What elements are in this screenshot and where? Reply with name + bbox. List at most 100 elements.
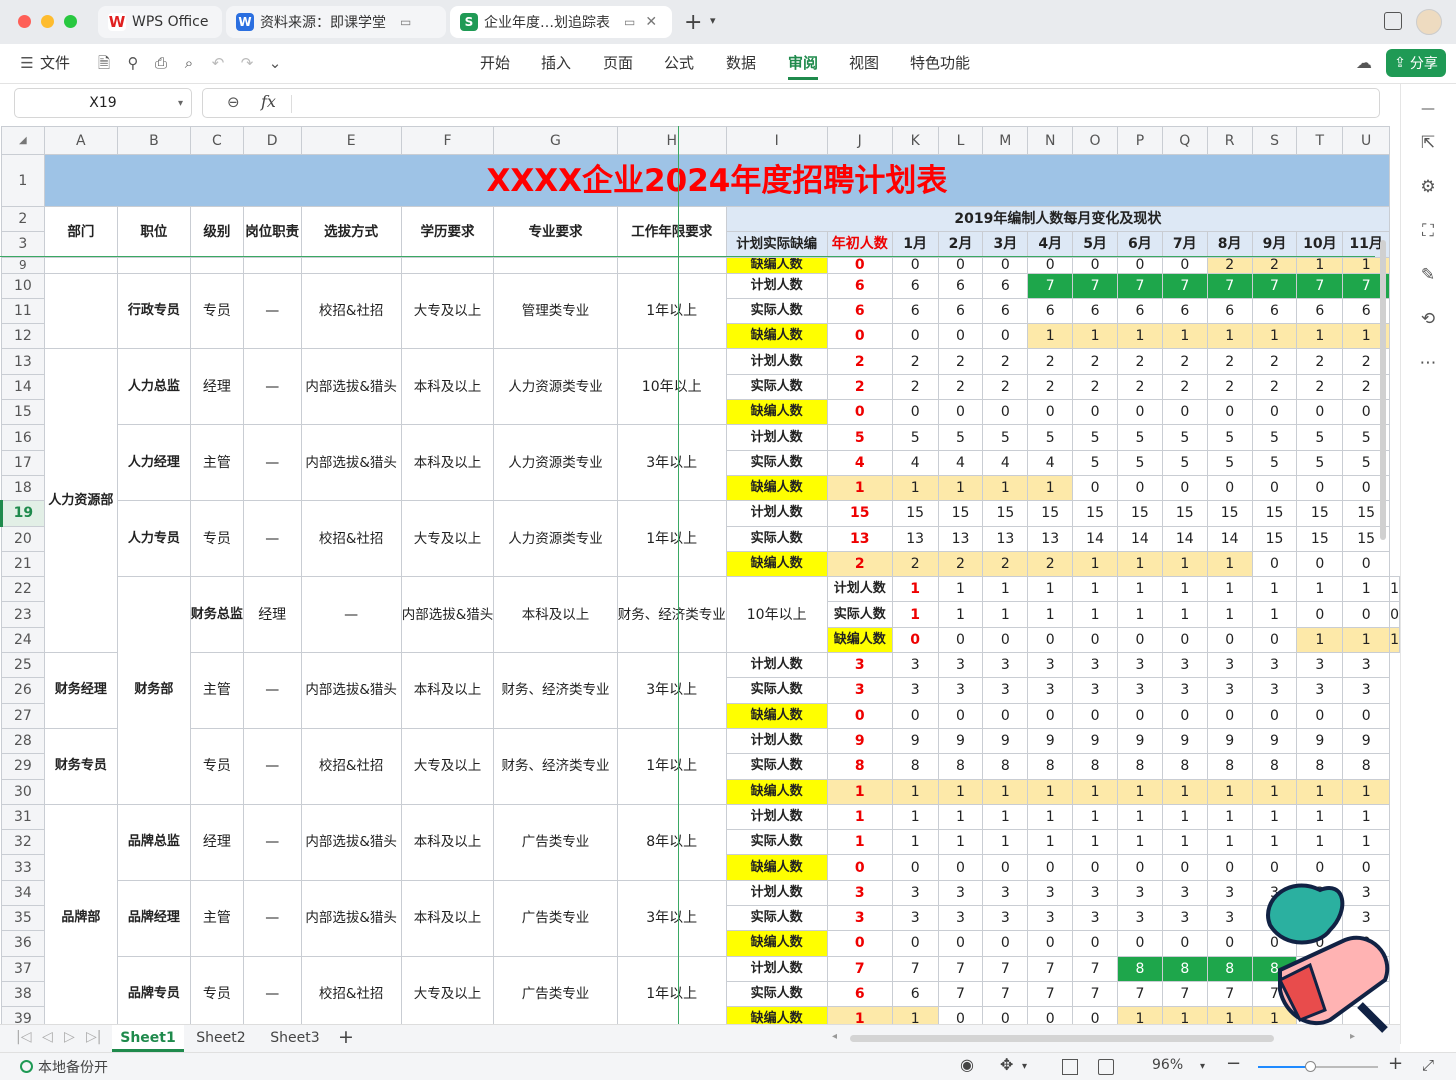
month-value-cell[interactable]: 1 xyxy=(982,778,1029,805)
row-type-label[interactable]: 计划人数 xyxy=(725,879,828,907)
month-value-cell[interactable]: 1 xyxy=(982,474,1029,502)
month-value-cell[interactable]: 0 xyxy=(1161,930,1208,957)
month-value-cell[interactable]: 3 xyxy=(1251,879,1298,907)
month-value-cell[interactable]: 0 xyxy=(1206,702,1253,729)
column-header-j[interactable]: J xyxy=(826,126,893,155)
month-value-cell[interactable]: 2 xyxy=(891,348,939,375)
row-header[interactable]: 12 xyxy=(1,323,45,350)
layout-toggle-icon[interactable] xyxy=(1384,12,1402,30)
row-type-label[interactable]: 实际人数 xyxy=(725,525,828,552)
select-all-corner[interactable]: ◢ xyxy=(1,126,45,155)
tab-wps-office[interactable]: W WPS Office xyxy=(98,6,222,38)
view-chevron-icon[interactable]: ▾ xyxy=(1022,1061,1027,1072)
header-years[interactable]: 工作年限要求 xyxy=(616,206,727,258)
initial-count-cell[interactable]: 15 xyxy=(826,500,893,527)
selection-method-cell[interactable]: 内部选拔&猎头 xyxy=(400,576,495,654)
row-header[interactable]: 2 xyxy=(1,205,45,233)
cell[interactable] xyxy=(300,256,402,274)
month-value-cell[interactable]: 7 xyxy=(1206,980,1253,1008)
month-value-cell[interactable]: 3 xyxy=(1206,677,1253,704)
month-value-cell[interactable]: 1 xyxy=(1117,576,1163,603)
month-value-cell[interactable]: 1 xyxy=(891,474,939,502)
month-value-cell[interactable]: 0 xyxy=(982,854,1029,881)
level-cell[interactable]: 专员 xyxy=(189,272,244,350)
row-type-label[interactable]: 计划人数 xyxy=(725,272,828,299)
month-value-cell[interactable]: 1 xyxy=(982,576,1029,603)
zoom-slider-thumb[interactable] xyxy=(1305,1061,1316,1072)
row-header[interactable]: 28 xyxy=(1,727,45,755)
month-value-cell[interactable]: 1 xyxy=(1206,323,1253,350)
maximize-window-icon[interactable] xyxy=(64,15,77,28)
month-value-cell[interactable]: 1 xyxy=(891,778,939,805)
selection-method-cell[interactable]: 校招&社招 xyxy=(300,500,402,578)
month-value-cell[interactable]: 0 xyxy=(937,626,984,654)
month-value-cell[interactable]: 0 xyxy=(982,399,1029,426)
month-value-cell[interactable]: 3 xyxy=(1206,652,1253,679)
month-value-cell[interactable]: 0 xyxy=(982,323,1029,350)
month-value-cell[interactable]: 7 xyxy=(1161,272,1208,299)
more-options-icon[interactable]: ⋯ xyxy=(1417,352,1439,374)
month-value-cell[interactable]: 14 xyxy=(1072,525,1118,552)
initial-count-cell[interactable]: 3 xyxy=(826,677,893,704)
month-value-cell[interactable]: 2 xyxy=(1296,348,1344,375)
department-cell[interactable]: 品牌部 xyxy=(43,803,118,1026)
month-value-cell[interactable]: 0 xyxy=(1117,702,1163,729)
month-value-cell[interactable]: 7 xyxy=(1251,272,1298,299)
column-header-d[interactable]: D xyxy=(242,126,302,155)
row-header[interactable]: 26 xyxy=(1,677,45,704)
month-value-cell[interactable]: 3 xyxy=(937,652,984,679)
month-value-cell[interactable]: 8 xyxy=(1251,753,1298,780)
month-value-cell[interactable]: 0 xyxy=(1072,399,1118,426)
month-value-cell[interactable]: 1 xyxy=(1161,576,1208,603)
selection-method-cell[interactable]: 内部选拔&猎头 xyxy=(300,879,402,957)
menu-data[interactable]: 数据 xyxy=(726,52,756,73)
initial-count-cell[interactable]: 6 xyxy=(826,297,893,325)
column-header-a[interactable]: A xyxy=(43,126,118,155)
month-value-cell[interactable]: 2 xyxy=(982,348,1029,375)
header-month[interactable]: 1月 xyxy=(891,231,939,258)
month-value-cell[interactable]: 0 xyxy=(982,930,1029,957)
month-value-cell[interactable]: 0 xyxy=(1251,474,1298,502)
month-value-cell[interactable]: 1 xyxy=(1251,601,1298,628)
month-value-cell[interactable]: 0 xyxy=(1027,930,1074,957)
month-value-cell[interactable]: 7 xyxy=(1251,980,1298,1008)
month-value-cell[interactable]: 0 xyxy=(1072,930,1118,957)
month-value-cell[interactable]: 7 xyxy=(1027,955,1074,982)
month-value-cell[interactable]: 9 xyxy=(891,727,939,755)
month-value-cell[interactable]: 1 xyxy=(1117,778,1163,805)
month-value-cell[interactable]: 7 xyxy=(891,955,939,982)
month-value-cell[interactable]: 1 xyxy=(1251,323,1298,350)
scroll-thumb[interactable] xyxy=(1380,240,1386,540)
duty-cell[interactable]: — xyxy=(300,576,402,654)
month-value-cell[interactable]: 6 xyxy=(1072,297,1118,325)
month-value-cell[interactable]: 5 xyxy=(1161,424,1208,451)
collapse-panel-icon[interactable]: — xyxy=(1417,98,1439,120)
month-value-cell[interactable]: 0 xyxy=(1206,474,1253,502)
row-header[interactable]: 37 xyxy=(1,955,45,982)
month-value-cell[interactable]: 8 xyxy=(891,753,939,780)
initial-count-cell[interactable]: 0 xyxy=(826,702,893,729)
cursor-select-icon[interactable]: ⇱ xyxy=(1417,132,1439,154)
row-header[interactable]: 30 xyxy=(1,778,45,805)
initial-count-cell[interactable]: 13 xyxy=(826,525,893,552)
years-cell[interactable]: 3年以上 xyxy=(616,424,727,502)
row-header[interactable]: 29 xyxy=(1,753,45,780)
month-value-cell[interactable]: 0 xyxy=(1072,474,1118,502)
month-value-cell[interactable]: 2 xyxy=(1251,373,1298,401)
row-type-label[interactable]: 计划人数 xyxy=(725,424,828,451)
month-value-cell[interactable]: 1 xyxy=(1072,778,1118,805)
row-type-label[interactable]: 缺编人数 xyxy=(725,323,828,350)
month-value-cell[interactable]: 2 xyxy=(937,550,984,578)
education-cell[interactable]: 本科及以上 xyxy=(400,348,495,426)
selection-method-cell[interactable]: 校招&社招 xyxy=(300,272,402,350)
row-header[interactable]: 32 xyxy=(1,829,45,856)
years-cell[interactable]: 3年以上 xyxy=(616,652,727,729)
month-value-cell[interactable]: 2 xyxy=(1072,348,1118,375)
month-value-cell[interactable]: 1 xyxy=(982,803,1029,831)
row-header[interactable]: 9 xyxy=(1,256,45,274)
header-method[interactable]: 选拔方式 xyxy=(300,206,402,258)
month-value-cell[interactable]: 2 xyxy=(1206,348,1253,375)
row-type-label[interactable]: 计划人数 xyxy=(725,652,828,679)
row-type-label[interactable]: 缺编人数 xyxy=(725,474,828,502)
education-cell[interactable]: 本科及以上 xyxy=(493,576,618,654)
